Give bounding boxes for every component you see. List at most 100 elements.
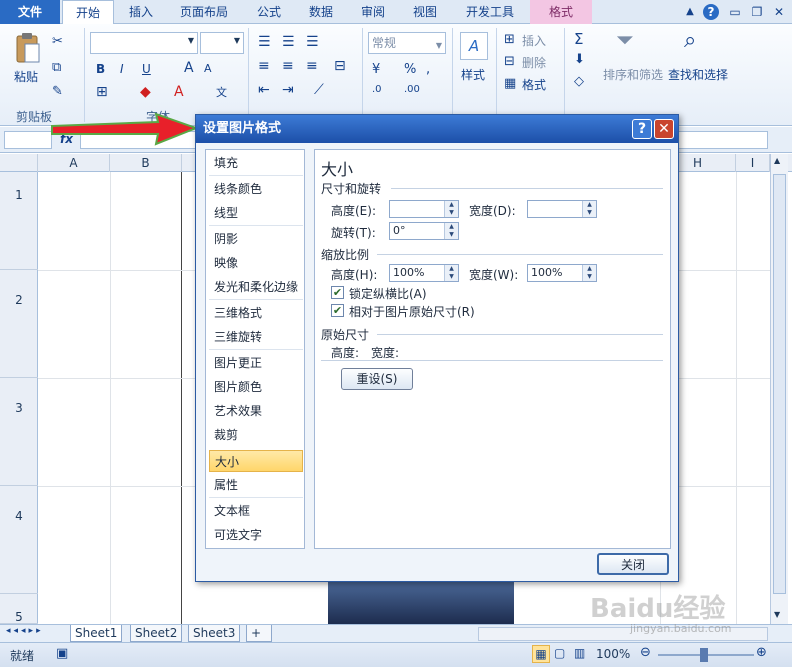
sheet-tab[interactable]: Sheet2 (130, 625, 183, 642)
scale-width-spinner[interactable]: 100% ▲ ▼ (527, 264, 597, 282)
row-header[interactable]: 5 (0, 594, 38, 624)
autosum-icon[interactable]: Σ (574, 30, 583, 48)
fill-color-icon[interactable]: ◆ (140, 84, 151, 100)
tab-formulas[interactable]: 公式 (246, 0, 292, 24)
column-header[interactable]: A (38, 154, 110, 172)
border-icon[interactable]: ⊞ (96, 84, 108, 100)
comma-icon[interactable]: , (426, 62, 430, 77)
insert-sheet-icon[interactable]: + (246, 625, 272, 642)
rotate-spinner[interactable]: 0° ▲ ▼ (389, 222, 459, 240)
width-spinner[interactable]: ▲ ▼ (527, 200, 597, 218)
dialog-close-icon[interactable]: ✕ (654, 119, 674, 139)
format-painter-icon[interactable]: ✎ (52, 84, 63, 99)
nav-fill[interactable]: 填充 (209, 152, 303, 174)
align-center-icon[interactable]: ≡ (282, 58, 294, 74)
styles-button[interactable]: 样式 (461, 66, 485, 83)
dialog-title-bar[interactable]: 设置图片格式 ? ✕ (196, 115, 678, 143)
bold-icon[interactable]: B (96, 62, 105, 76)
underline-icon[interactable]: U (142, 62, 151, 76)
delete-cells-icon[interactable]: ⊟ (504, 54, 515, 69)
nav-size[interactable]: 大小 (209, 450, 303, 472)
tab-data[interactable]: 数据 (298, 0, 344, 24)
nav-picture-color[interactable]: 图片颜色 (209, 376, 303, 398)
sort-filter-icon[interactable]: ⏷ (616, 28, 634, 53)
format-cells-button[interactable]: 格式 (522, 76, 546, 93)
lock-aspect-checkbox[interactable]: ✔ (331, 286, 344, 299)
font-size-select[interactable]: ▼ (200, 32, 244, 54)
orientation-icon[interactable]: ⟋ (314, 82, 324, 98)
minimize-ribbon-icon[interactable]: ▲ (682, 0, 698, 24)
nav-picture-corrections[interactable]: 图片更正 (209, 352, 303, 374)
font-color-icon[interactable]: A (174, 84, 184, 100)
row-header[interactable]: 2 (0, 270, 38, 378)
nav-crop[interactable]: 裁剪 (209, 424, 303, 446)
nav-properties[interactable]: 属性 (209, 474, 303, 496)
tab-review[interactable]: 审阅 (350, 0, 396, 24)
shrink-font-icon[interactable]: A (204, 62, 212, 75)
decrease-indent-icon[interactable]: ⇤ (258, 82, 270, 98)
increase-indent-icon[interactable]: ⇥ (282, 82, 294, 98)
format-cells-icon[interactable]: ▦ (504, 76, 516, 91)
nav-line-style[interactable]: 线型 (209, 202, 303, 224)
paste-button[interactable]: 粘贴 (14, 68, 38, 85)
insert-cells-icon[interactable]: ⊞ (504, 32, 515, 47)
zoom-in-icon[interactable]: ⊕ (756, 645, 767, 660)
nav-artistic-effects[interactable]: 艺术效果 (209, 400, 303, 422)
nav-reflection[interactable]: 映像 (209, 252, 303, 274)
picture-image[interactable] (328, 580, 514, 624)
percent-icon[interactable]: % (404, 62, 416, 77)
grow-font-icon[interactable]: A (184, 60, 194, 76)
nav-3d-format[interactable]: 三维格式 (209, 302, 303, 324)
insert-cells-button[interactable]: 插入 (522, 32, 546, 49)
page-layout-view-icon[interactable]: ▢ (554, 646, 565, 660)
copy-icon[interactable]: ⧉ (52, 60, 61, 75)
font-name-select[interactable]: ▼ (90, 32, 198, 54)
binoculars-icon[interactable]: ⌕ (684, 28, 696, 53)
zoom-level[interactable]: 100% (596, 647, 630, 661)
align-bottom-icon[interactable]: ☰ (306, 34, 319, 50)
decrease-decimal-icon[interactable]: .00 (404, 84, 420, 95)
currency-icon[interactable]: ¥ (372, 62, 380, 77)
phonetic-icon[interactable]: 文 (216, 84, 227, 100)
close-button[interactable]: 关闭 (597, 553, 669, 575)
column-header[interactable]: B (110, 154, 182, 172)
align-right-icon[interactable]: ≡ (306, 58, 318, 74)
sheet-tab[interactable]: Sheet3 (188, 625, 241, 642)
window-close-icon[interactable]: ✕ (770, 0, 788, 24)
sheet-tab[interactable]: Sheet1 (70, 625, 123, 642)
zoom-out-icon[interactable]: ⊖ (640, 645, 651, 660)
window-minimize-icon[interactable]: ▭ (726, 0, 744, 24)
help-icon[interactable]: ? (702, 0, 720, 24)
increase-decimal-icon[interactable]: .0 (372, 84, 382, 95)
nav-text-box[interactable]: 文本框 (209, 500, 303, 522)
merge-center-icon[interactable]: ⊟ (334, 58, 346, 74)
tab-page-layout[interactable]: 页面布局 (168, 0, 240, 24)
tab-insert[interactable]: 插入 (118, 0, 164, 24)
relative-original-checkbox[interactable]: ✔ (331, 304, 344, 317)
select-all[interactable] (0, 154, 38, 172)
normal-view-icon[interactable]: ▦ (532, 645, 550, 663)
delete-cells-button[interactable]: 删除 (522, 54, 546, 71)
clear-icon[interactable]: ◇ (574, 74, 584, 89)
window-restore-icon[interactable]: ❐ (748, 0, 766, 24)
tab-home[interactable]: 开始 (62, 0, 114, 25)
column-header[interactable]: I (736, 154, 770, 172)
reset-button[interactable]: 重设(S) (341, 368, 413, 390)
row-header[interactable]: 4 (0, 486, 38, 594)
tab-view[interactable]: 视图 (402, 0, 448, 24)
tab-file[interactable]: 文件 (0, 0, 60, 24)
align-middle-icon[interactable]: ☰ (282, 34, 295, 50)
nav-shadow[interactable]: 阴影 (209, 228, 303, 250)
align-top-icon[interactable]: ☰ (258, 34, 271, 50)
scale-height-spinner[interactable]: 100% ▲ ▼ (389, 264, 459, 282)
styles-icon[interactable]: A (460, 32, 488, 60)
vertical-scrollbar[interactable]: ▲ ▼ (770, 154, 788, 624)
italic-icon[interactable]: I (120, 62, 124, 76)
row-header[interactable]: 3 (0, 378, 38, 486)
nav-line-color[interactable]: 线条颜色 (209, 178, 303, 200)
number-format-select[interactable]: 常规 ▼ (368, 32, 446, 54)
dialog-help-icon[interactable]: ? (632, 119, 652, 139)
sheet-nav-icon[interactable]: ◂◂◂▸▸ (6, 626, 44, 636)
macro-record-icon[interactable]: ▣ (56, 646, 68, 661)
nav-glow-soft-edges[interactable]: 发光和柔化边缘 (209, 276, 303, 298)
